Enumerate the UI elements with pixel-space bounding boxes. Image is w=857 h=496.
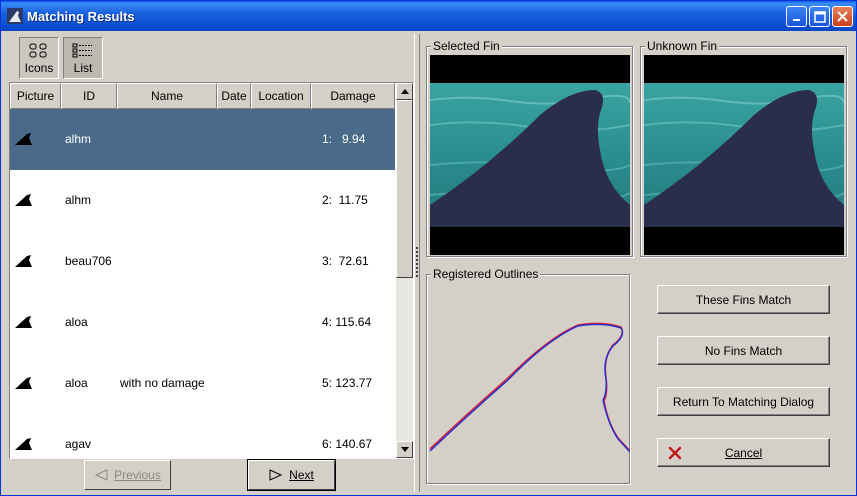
- unknown-fin-group: Unknown Fin: [640, 39, 847, 257]
- list-view-label: List: [73, 61, 93, 75]
- row-damage: 4: 115.64: [322, 315, 372, 329]
- cancel-button[interactable]: Cancel: [657, 438, 830, 467]
- results-pane: Icons List Picture ID Name Date Location…: [5, 34, 414, 492]
- row-id: aloa: [65, 376, 88, 390]
- return-to-matching-label: Return To Matching Dialog: [672, 394, 815, 409]
- fin-thumbnail-icon: [15, 194, 32, 206]
- column-header-location[interactable]: Location: [251, 83, 311, 109]
- list-scrollbar[interactable]: [396, 83, 413, 458]
- minimize-button[interactable]: [786, 6, 807, 27]
- fins-match-button[interactable]: These Fins Match: [657, 285, 830, 314]
- matching-results-window: Matching Results Icons List Picture ID N…: [0, 0, 857, 496]
- no-fins-match-label: No Fins Match: [704, 343, 783, 358]
- fins-match-label: These Fins Match: [695, 292, 792, 307]
- list-row[interactable]: agav 6: 140.67: [10, 414, 395, 458]
- list-rows: alhm 1: 9.94 alhm 2: 11.75 beau706 3: 72…: [10, 109, 395, 458]
- fin-thumbnail-icon: [15, 255, 32, 267]
- list-row[interactable]: beau706 3: 72.61: [10, 231, 395, 292]
- fin-thumbnail-icon: [15, 377, 32, 389]
- selected-fin-image: [430, 55, 630, 255]
- arrow-right-icon: [269, 469, 283, 481]
- close-icon: [837, 11, 848, 22]
- arrow-down-icon: [400, 447, 409, 452]
- fin-photo-graphic: [430, 83, 630, 227]
- row-name: with no damage: [120, 376, 205, 390]
- view-toolbar: Icons List: [19, 37, 103, 81]
- scroll-up-button[interactable]: [396, 83, 413, 100]
- row-damage: 5: 123.77: [322, 376, 373, 390]
- list-view-button[interactable]: List: [63, 37, 103, 79]
- icons-view-button[interactable]: Icons: [19, 37, 59, 79]
- row-id: agav: [65, 437, 92, 451]
- app-fin-icon: [7, 8, 23, 24]
- registered-outlines-label: Registered Outlines: [431, 267, 541, 281]
- close-button[interactable]: [832, 6, 853, 27]
- row-id: beau706: [65, 254, 112, 268]
- next-button[interactable]: Next: [247, 459, 336, 491]
- fin-photo-graphic: [644, 83, 844, 227]
- row-id: aloa: [65, 315, 88, 329]
- list-row[interactable]: aloa 4: 115.64: [10, 292, 395, 353]
- maximize-icon: [813, 10, 826, 23]
- comparison-pane: Selected Fin Unknown Fin Registered Outl…: [422, 34, 854, 492]
- window-title: Matching Results: [27, 9, 135, 24]
- selected-fin-label: Selected Fin: [431, 39, 502, 53]
- cancel-x-icon: [668, 446, 682, 460]
- icons-view-icon: [29, 43, 47, 58]
- previous-label: Previous: [114, 468, 161, 482]
- list-row[interactable]: alhm 2: 11.75: [10, 170, 395, 231]
- no-fins-match-button[interactable]: No Fins Match: [657, 336, 830, 365]
- list-row[interactable]: aloa with no damage 5: 123.77: [10, 353, 395, 414]
- fin-thumbnail-icon: [15, 438, 32, 450]
- pane-splitter[interactable]: [414, 34, 420, 492]
- arrow-up-icon: [400, 89, 409, 94]
- splitter-grip: [416, 247, 418, 277]
- column-header-id[interactable]: ID: [61, 83, 117, 109]
- row-damage: 1: 9.94: [322, 132, 366, 146]
- column-header-name[interactable]: Name: [117, 83, 217, 109]
- row-id: alhm: [65, 132, 92, 146]
- fin-thumbnail-icon: [15, 316, 32, 328]
- minimize-icon: [792, 18, 800, 21]
- scroll-thumb[interactable]: [396, 100, 413, 278]
- arrow-left-icon: [94, 469, 108, 481]
- row-id: alhm: [65, 193, 92, 207]
- unknown-fin-image: [644, 55, 844, 255]
- selected-fin-group: Selected Fin: [426, 39, 633, 257]
- results-list[interactable]: Picture ID Name Date Location Damage alh…: [9, 82, 414, 459]
- title-bar[interactable]: Matching Results: [1, 1, 856, 31]
- unknown-fin-label: Unknown Fin: [645, 39, 720, 53]
- column-header-damage[interactable]: Damage: [311, 83, 395, 109]
- row-damage: 6: 140.67: [322, 437, 373, 451]
- row-damage: 2: 11.75: [322, 193, 368, 207]
- list-view-icon: [72, 43, 92, 58]
- icons-view-label: Icons: [24, 61, 54, 75]
- list-header: Picture ID Name Date Location Damage: [10, 83, 395, 109]
- row-damage: 3: 72.61: [322, 254, 369, 268]
- return-to-matching-button[interactable]: Return To Matching Dialog: [657, 387, 830, 416]
- column-header-picture[interactable]: Picture: [10, 83, 61, 109]
- column-header-date[interactable]: Date: [217, 83, 251, 109]
- fin-thumbnail-icon: [15, 133, 32, 145]
- list-row[interactable]: alhm 1: 9.94: [10, 109, 395, 170]
- registered-outlines-group: Registered Outlines: [426, 267, 630, 484]
- next-label: Next: [289, 468, 314, 482]
- scroll-down-button[interactable]: [396, 441, 413, 458]
- previous-button[interactable]: Previous: [84, 460, 171, 490]
- cancel-label: Cancel: [724, 445, 763, 460]
- maximize-button[interactable]: [809, 6, 830, 27]
- registered-outlines-graphic: [429, 322, 630, 453]
